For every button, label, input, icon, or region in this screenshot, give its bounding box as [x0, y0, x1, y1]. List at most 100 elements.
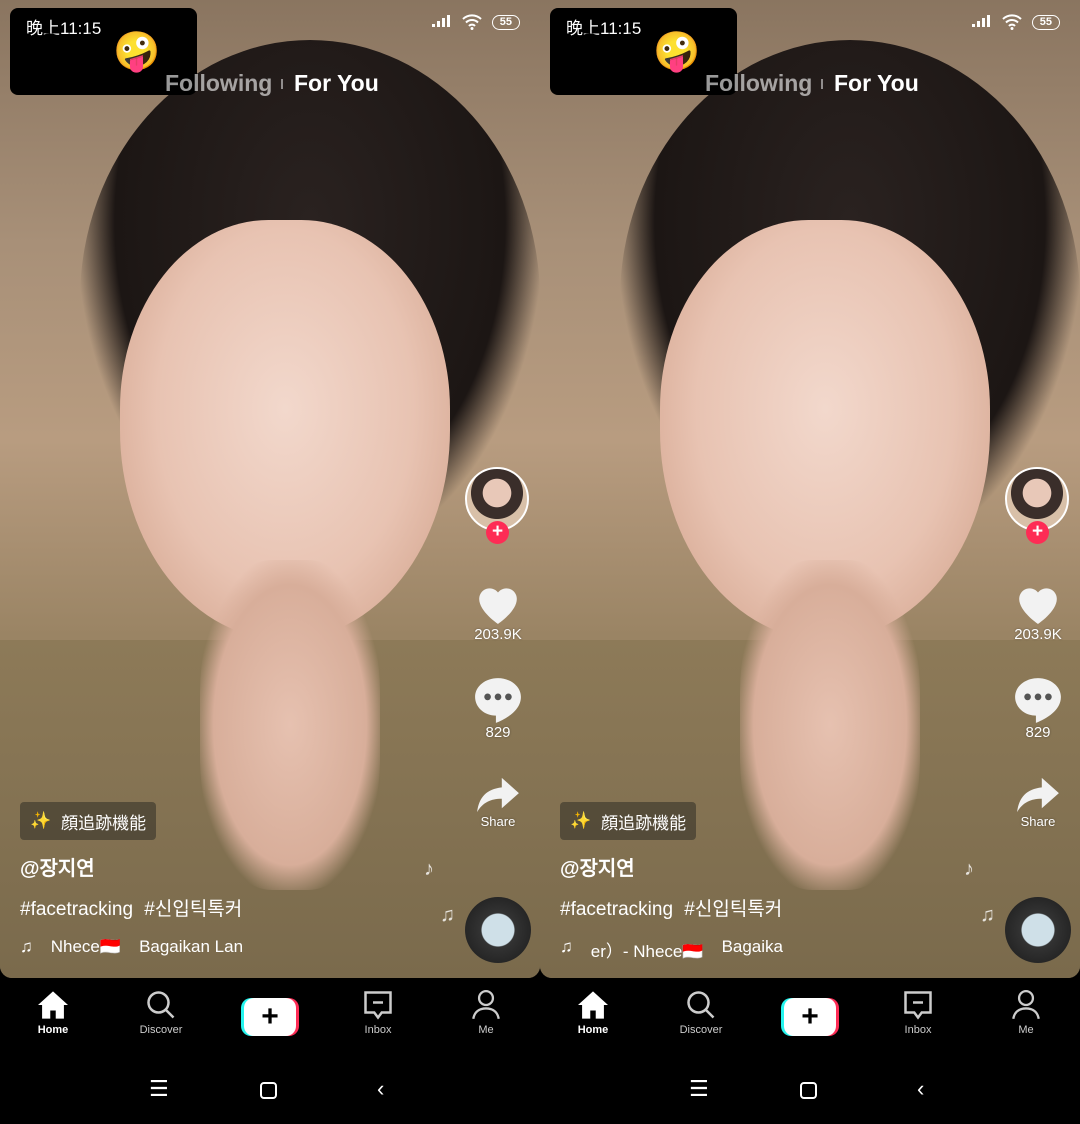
nav-discover-label: Discover [139, 1024, 183, 1036]
nav-discover-label: Discover [679, 1024, 723, 1036]
feed-tabs: Following For You [540, 70, 1080, 100]
video-player[interactable]: 晚上11:15 😗😒🤪 55 Following For You + 203.9… [540, 0, 1080, 978]
music-disc[interactable] [1005, 897, 1071, 963]
comment-count: 829 [485, 724, 511, 741]
search-icon [687, 991, 715, 1019]
tab-following[interactable]: Following [165, 70, 272, 97]
inbox-icon [904, 991, 932, 1020]
music-ticker[interactable]: ♫ Nhece🇮🇩 Bagaikan Lan [20, 937, 243, 957]
nav-inbox[interactable]: Inbox [878, 990, 958, 1036]
comment-button[interactable]: 829 [1000, 676, 1076, 741]
effect-chip[interactable]: ✨ 顔追跡機能 [20, 802, 157, 840]
follow-button[interactable]: + [1026, 521, 1049, 544]
creator-username[interactable]: @장지연 [20, 852, 95, 881]
wifi-icon [462, 14, 482, 30]
like-count: 203.9K [474, 626, 522, 643]
signal-icon [431, 15, 450, 27]
inbox-icon [364, 991, 392, 1020]
floating-note-icon: ♪ [424, 858, 434, 880]
music-note-icon: ♫ [20, 937, 33, 956]
tab-for-you[interactable]: For You [834, 70, 919, 97]
follow-button[interactable]: + [486, 521, 509, 544]
feed-tabs: Following For You [0, 70, 540, 100]
profile-icon [472, 990, 500, 1020]
nav-home[interactable]: Home [553, 990, 633, 1036]
home-icon [38, 991, 68, 1019]
signal-icon [971, 15, 990, 27]
magic-wand-icon: ✨ [30, 811, 52, 830]
nav-me-label: Me [478, 1024, 494, 1036]
emoji-row: 😗😒🤪 [30, 31, 163, 73]
home-icon [578, 991, 608, 1019]
nav-home[interactable]: Home [13, 990, 93, 1036]
battery-indicator: 55 [491, 14, 520, 30]
tab-for-you[interactable]: For You [294, 70, 379, 97]
tab-divider [821, 79, 823, 89]
nav-inbox-label: Inbox [364, 1024, 392, 1036]
creator-username[interactable]: @장지연 [560, 852, 635, 881]
status-icons: 55 [971, 14, 1060, 30]
like-count: 203.9K [1014, 626, 1062, 643]
comment-icon [475, 678, 521, 723]
back-icon[interactable]: ‹ [377, 1076, 384, 1102]
like-button[interactable]: 203.9K [1000, 580, 1076, 643]
tiktok-screen: 晚上11:15 😗😒🤪 55 Following For You + 203.9… [540, 0, 1080, 1124]
music-note-icon: ♫ [560, 937, 573, 956]
search-icon [147, 991, 175, 1019]
effect-label: 顔追跡機能 [601, 813, 687, 833]
home-square-icon[interactable] [260, 1082, 277, 1099]
comment-count: 829 [1025, 724, 1051, 741]
home-square-icon[interactable] [800, 1082, 817, 1099]
nav-home-label: Home [577, 1024, 609, 1036]
nav-inbox[interactable]: Inbox [338, 990, 418, 1036]
battery-indicator: 55 [1031, 14, 1060, 30]
effect-label: 顔追跡機能 [61, 813, 147, 833]
plus-icon: + [784, 998, 836, 1036]
music-ticker[interactable]: ♫ er）- Nhece🇮🇩 Bagaika [560, 937, 783, 962]
share-icon [1017, 777, 1059, 813]
video-player[interactable]: 晚上11:15 😗😒🤪 55 Following For You + 203.9… [0, 0, 540, 978]
create-button[interactable]: + [241, 998, 299, 1036]
create-button[interactable]: + [781, 998, 839, 1036]
like-button[interactable]: 203.9K [460, 580, 536, 643]
comment-icon [1015, 678, 1061, 723]
video-hashtags[interactable]: #facetracking #신입틱톡커 [560, 894, 782, 921]
floating-note-icon: ♪ [964, 858, 974, 880]
menu-icon[interactable]: ☰ [149, 1076, 169, 1102]
share-button[interactable]: Share [1000, 776, 1076, 829]
comment-button[interactable]: 829 [460, 676, 536, 741]
floating-note-icon: ♫ [440, 904, 455, 926]
bottom-nav: Home Discover + Inbox Me [540, 978, 1080, 1058]
bottom-nav: Home Discover + Inbox Me [0, 978, 540, 1058]
tab-following[interactable]: Following [705, 70, 812, 97]
nav-home-label: Home [37, 1024, 69, 1036]
music-disc[interactable] [465, 897, 531, 963]
system-nav: ☰ ‹ [0, 1076, 540, 1106]
emoji-row: 😗😒🤪 [570, 31, 703, 73]
status-icons: 55 [431, 14, 520, 30]
tab-divider [281, 79, 283, 89]
video-content-hands [740, 560, 920, 890]
wifi-icon [1002, 14, 1022, 30]
menu-icon[interactable]: ☰ [689, 1076, 709, 1102]
nav-discover[interactable]: Discover [661, 990, 741, 1036]
video-hashtags[interactable]: #facetracking #신입틱톡커 [20, 894, 242, 921]
system-nav: ☰ ‹ [540, 1076, 1080, 1106]
nav-me-label: Me [1018, 1024, 1034, 1036]
effect-chip[interactable]: ✨ 顔追跡機能 [560, 802, 697, 840]
back-icon[interactable]: ‹ [917, 1076, 924, 1102]
share-icon [477, 777, 519, 813]
nav-me[interactable]: Me [986, 990, 1066, 1036]
music-title: Bagaika [721, 937, 783, 956]
floating-note-icon: ♫ [980, 904, 995, 926]
share-label: Share [1020, 814, 1056, 829]
music-artist: Nhece🇮🇩 [50, 937, 122, 956]
nav-me[interactable]: Me [446, 990, 526, 1036]
video-content-hands [200, 560, 380, 890]
heart-icon [1019, 588, 1057, 624]
nav-discover[interactable]: Discover [121, 990, 201, 1036]
share-button[interactable]: Share [460, 776, 536, 829]
music-title: Bagaikan Lan [139, 937, 244, 956]
share-label: Share [480, 814, 516, 829]
magic-wand-icon: ✨ [570, 811, 592, 830]
